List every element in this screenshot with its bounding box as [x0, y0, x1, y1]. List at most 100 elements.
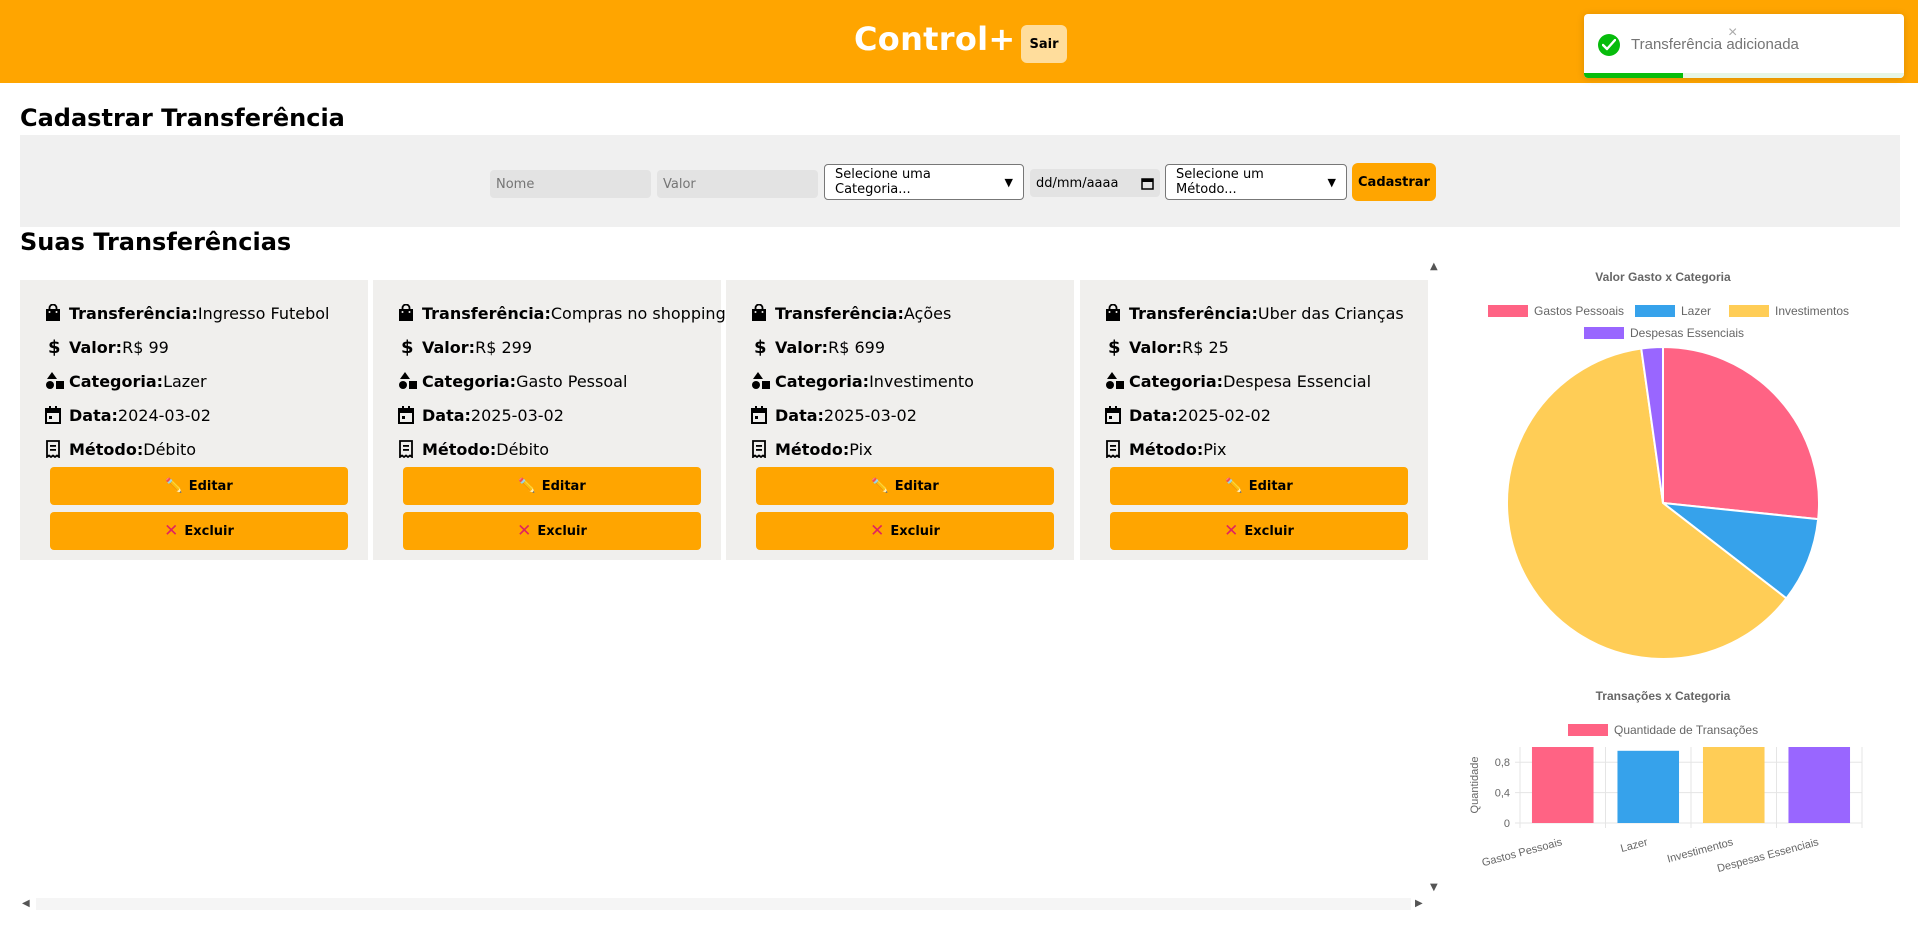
- calendar-icon: [398, 404, 422, 426]
- transfer-value-row: $ Valor: R$ 699: [751, 336, 885, 358]
- legend-label: Despesas Essenciais: [1630, 326, 1744, 340]
- pencil-icon: ✏️: [165, 478, 183, 494]
- charts-panel: Valor Gasto x Categoria Gastos Pessoais La…: [1469, 270, 1863, 875]
- calendar-icon[interactable]: [1141, 177, 1154, 190]
- legend-swatch: [1488, 305, 1528, 317]
- chevron-down-icon: ▼: [1004, 175, 1013, 189]
- transfer-value: R$ 299: [475, 337, 532, 357]
- field-label: Método:: [1129, 439, 1204, 459]
- shopping-bag-icon: [398, 302, 422, 324]
- calendar-icon: [751, 404, 775, 426]
- bar: [1788, 747, 1851, 823]
- field-label: Valor:: [775, 337, 829, 357]
- edit-button-label: Editar: [894, 478, 939, 494]
- legend-swatch: [1635, 305, 1675, 317]
- transfer-name: Ingresso Futebol: [197, 303, 330, 323]
- transfer-name-row: Transferência: Compras no shopping: [398, 302, 726, 324]
- bar: [1702, 747, 1765, 823]
- logout-button[interactable]: Sair: [1021, 25, 1067, 63]
- edit-button-label: Editar: [188, 478, 233, 494]
- field-label: Data:: [1129, 405, 1178, 425]
- delete-button-label: Excluir: [890, 523, 940, 539]
- field-label: Valor:: [422, 337, 476, 357]
- bar: [1531, 747, 1594, 823]
- field-label: Data:: [775, 405, 824, 425]
- pie-slice: [1662, 345, 1820, 521]
- legend-swatch: [1568, 724, 1608, 736]
- submit-button[interactable]: Cadastrar: [1352, 163, 1436, 201]
- delete-button[interactable]: ✕ Excluir: [1110, 512, 1408, 550]
- category-select-value: Selecione uma Categoria...: [835, 167, 931, 197]
- toast-message: Transferência adicionada: [1631, 36, 1799, 53]
- transfer-value: R$ 699: [828, 337, 885, 357]
- scroll-down-arrow-icon[interactable]: ▼: [1430, 882, 1438, 893]
- calendar-icon: [45, 404, 69, 426]
- transfer-method-row: Método: Débito: [45, 438, 196, 460]
- transfer-date: 2025-02-02: [1177, 405, 1271, 425]
- scroll-up-arrow-icon[interactable]: ▲: [1430, 261, 1438, 272]
- transfer-category: Despesa Essencial: [1223, 371, 1372, 391]
- list-title: Suas Transferências: [20, 228, 292, 256]
- transfer-value: R$ 99: [122, 337, 169, 357]
- transfer-method: Débito: [143, 439, 197, 459]
- bar-chart-title: Transações x Categoria: [1596, 689, 1731, 703]
- shapes-icon: [398, 370, 422, 392]
- horizontal-scrollbar[interactable]: [36, 898, 1411, 910]
- transfer-date-row: Data: 2025-03-02: [751, 404, 917, 426]
- transfer-card: Transferência: Compras no shopping $ Valo…: [373, 280, 726, 560]
- field-label: Categoria:: [1129, 371, 1224, 391]
- transfer-name: Ações: [903, 303, 952, 323]
- method-select[interactable]: Selecione um Método... ▼: [1165, 164, 1347, 200]
- edit-button-label: Editar: [1248, 478, 1293, 494]
- transfer-category-row: Categoria: Despesa Essencial: [1105, 370, 1371, 392]
- delete-button-label: Excluir: [184, 523, 234, 539]
- pencil-icon: ✏️: [1225, 478, 1243, 494]
- field-label: Método:: [69, 439, 144, 459]
- delete-button[interactable]: ✕ Excluir: [50, 512, 348, 550]
- toast-close-icon[interactable]: ×: [1728, 24, 1737, 42]
- transfer-method-row: Método: Débito: [398, 438, 549, 460]
- transfer-date: 2025-03-02: [823, 405, 917, 425]
- value-input[interactable]: [657, 170, 818, 198]
- delete-button[interactable]: ✕ Excluir: [756, 512, 1054, 550]
- legend-swatch: [1729, 305, 1769, 317]
- toast-progress-bar: [1584, 73, 1684, 78]
- edit-button[interactable]: ✏️ Editar: [756, 467, 1054, 505]
- scroll-left-arrow-icon[interactable]: ◀: [22, 898, 30, 909]
- transfer-card: Transferência: Ingresso Futebol $ Valor: R…: [20, 280, 368, 560]
- edit-button[interactable]: ✏️ Editar: [403, 467, 701, 505]
- shopping-bag-icon: [1105, 302, 1129, 324]
- chevron-down-icon: ▼: [1327, 175, 1336, 189]
- category-select[interactable]: Selecione uma Categoria... ▼: [824, 164, 1024, 200]
- transfer-name-row: Transferência: Ingresso Futebol: [45, 302, 329, 324]
- field-label: Método:: [422, 439, 497, 459]
- x-tick-label: Lazer: [1619, 836, 1649, 855]
- edit-button[interactable]: ✏️ Editar: [50, 467, 348, 505]
- receipt-icon: [398, 438, 422, 460]
- name-input[interactable]: [490, 170, 651, 198]
- transfer-date: 2024-03-02: [117, 405, 211, 425]
- transfer-category-row: Categoria: Lazer: [45, 370, 207, 392]
- edit-button[interactable]: ✏️ Editar: [1110, 467, 1408, 505]
- transfer-name-row: Transferência: Ações: [751, 302, 951, 324]
- field-label: Valor:: [69, 337, 123, 357]
- field-label: Categoria:: [422, 371, 517, 391]
- bar: [1617, 750, 1680, 823]
- date-input[interactable]: dd/mm/aaaa: [1030, 169, 1160, 197]
- transfer-card: Transferência: Ações $ Valor: R$ 699 Categ…: [726, 280, 1074, 560]
- form-title: Cadastrar Transferência: [20, 104, 345, 132]
- scroll-right-arrow-icon[interactable]: ▶: [1415, 898, 1423, 909]
- delete-button-label: Excluir: [537, 523, 587, 539]
- field-label: Método:: [775, 439, 850, 459]
- brand-title: Control+: [854, 20, 1016, 58]
- transfer-method: Pix: [849, 439, 873, 459]
- shapes-icon: [1105, 370, 1129, 392]
- transfer-form: Selecione uma Categoria... ▼ dd/mm/aaaa …: [20, 135, 1900, 227]
- transfer-method-row: Método: Pix: [1105, 438, 1226, 460]
- delete-button[interactable]: ✕ Excluir: [403, 512, 701, 550]
- transfer-name: Compras no shopping: [550, 303, 726, 323]
- receipt-icon: [45, 438, 69, 460]
- x-tick-label: Gastos Pessoais: [1481, 836, 1564, 869]
- shapes-icon: [45, 370, 69, 392]
- toast-notification: Transferência adicionada ×: [1584, 14, 1904, 78]
